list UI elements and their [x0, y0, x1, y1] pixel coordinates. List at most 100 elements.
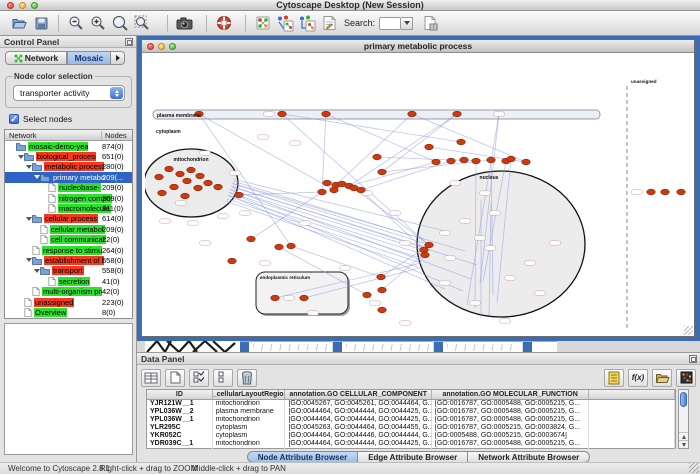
- help-button[interactable]: [213, 13, 235, 34]
- zoom-fit-button[interactable]: [131, 13, 153, 34]
- graph-node: [196, 173, 204, 179]
- float-panel-icon[interactable]: [125, 38, 133, 46]
- attribute-list-icon: [608, 371, 620, 385]
- tree-column-network[interactable]: Network: [9, 131, 37, 140]
- import-network-button[interactable]: [419, 13, 441, 34]
- network-canvas[interactable]: plasma membranecytoplasmmitochondrionnuc…: [142, 53, 694, 336]
- tab-network[interactable]: Network: [5, 51, 67, 65]
- snapshot-button[interactable]: [174, 13, 196, 34]
- tree-row[interactable]: cellular metabol209(0): [5, 224, 132, 234]
- app-resize-grip[interactable]: [689, 463, 699, 473]
- folder-icon: [32, 256, 42, 265]
- layout-button-1[interactable]: [274, 13, 296, 34]
- select-nodes-checkbox[interactable]: ✓: [9, 114, 19, 124]
- attribute-table: ID_cellularLayoutRegionannotation.GO CEL…: [146, 389, 676, 449]
- graph-node-label: [475, 236, 486, 240]
- column-header[interactable]: annotation.GO CELLULAR_COMPONENT: [285, 390, 431, 399]
- float-panel-icon[interactable]: [689, 355, 697, 363]
- tree-row[interactable]: cellular process614(0): [5, 214, 132, 224]
- annotation-icon: [322, 15, 337, 31]
- select-nodes-label: Select nodes: [23, 114, 72, 124]
- graph-node: [432, 159, 440, 165]
- mdi-desktop: primary metabolic process plasma membran…: [137, 36, 700, 352]
- graph-node: [214, 184, 222, 190]
- tree-row[interactable]: nitrogen compo209(0): [5, 193, 132, 203]
- tree-row[interactable]: multi-organism pro42(0): [5, 286, 132, 296]
- network-tree: Network Nodes mosaic-demo-yeast874(0)bio…: [4, 129, 133, 319]
- scrollbar-thumb[interactable]: [680, 392, 687, 407]
- zoom-selected-button[interactable]: [109, 13, 131, 34]
- control-panel-title: Control Panel: [0, 36, 136, 48]
- graph-node-label: [370, 301, 381, 305]
- window-resize-grip[interactable]: [684, 326, 693, 335]
- search-input[interactable]: [379, 17, 401, 30]
- new-attribute-button[interactable]: [165, 369, 185, 387]
- tree-row[interactable]: response to stimul264(0): [5, 245, 132, 255]
- tree-row[interactable]: nucleobase-209(0): [5, 183, 132, 193]
- background-window-fragment: [523, 341, 557, 352]
- data-panel: Data Panel f(x): [137, 352, 700, 462]
- tree-expand-icon[interactable]: [25, 165, 32, 169]
- search-dropdown-button[interactable]: [401, 17, 413, 30]
- graph-node: [522, 159, 530, 165]
- tree-row[interactable]: transport558(0): [5, 266, 132, 276]
- tree-row[interactable]: Overview8(0): [5, 307, 132, 317]
- column-header[interactable]: ID: [147, 390, 213, 399]
- scroll-down-button[interactable]: [679, 440, 688, 448]
- tab-mosaic[interactable]: Mosaic: [67, 51, 111, 65]
- tree-expand-icon[interactable]: [25, 217, 32, 221]
- graph-node: [165, 166, 173, 172]
- layout-button-2[interactable]: [296, 13, 318, 34]
- tree-row[interactable]: metabolic process280(0): [5, 162, 132, 172]
- tree-row[interactable]: biological_process651(0): [5, 151, 132, 161]
- tree-expand-icon[interactable]: [33, 269, 40, 273]
- select-attributes-button[interactable]: [189, 369, 209, 387]
- node-color-dropdown[interactable]: transporter activity: [13, 85, 125, 101]
- attribute-list-button[interactable]: [604, 369, 624, 387]
- network-graph[interactable]: plasma membranecytoplasmmitochondrionnuc…: [145, 53, 691, 336]
- tree-column-nodes[interactable]: Nodes: [101, 131, 127, 140]
- column-header[interactable]: _cellularLayoutRegion: [213, 390, 286, 399]
- tree-expand-icon[interactable]: [25, 258, 32, 262]
- tree-row[interactable]: primary metabo209(...: [5, 172, 132, 182]
- attribute-table-button[interactable]: [141, 369, 161, 387]
- tree-row[interactable]: macromolecule311(0): [5, 203, 132, 213]
- tab-overflow-button[interactable]: [111, 51, 125, 65]
- annotation-button[interactable]: [318, 13, 340, 34]
- table-row[interactable]: YPL036W__1mitochondrion[GO:0044464, GO:0…: [147, 416, 675, 424]
- table-scrollbar[interactable]: [678, 389, 689, 449]
- tree-expand-icon[interactable]: [33, 175, 40, 179]
- tree-row[interactable]: mosaic-demo-yeast874(0): [5, 141, 132, 151]
- table-cell: [589, 416, 675, 424]
- network-window-titlebar[interactable]: primary metabolic process: [142, 40, 694, 53]
- table-row[interactable]: YLR295Ccytoplasm[GO:0045263, GO:0044464,…: [147, 424, 675, 432]
- birdseye-view[interactable]: [4, 323, 133, 455]
- tree-row[interactable]: secretion41(0): [5, 276, 132, 286]
- open-file-button[interactable]: [8, 13, 30, 34]
- table-cell: [589, 440, 675, 448]
- scroll-up-button[interactable]: [679, 432, 688, 440]
- graph-node: [287, 243, 295, 249]
- save-session-button[interactable]: [30, 13, 52, 34]
- table-row[interactable]: YPL036W__2plasma membrane[GO:0044464, GO…: [147, 408, 675, 416]
- zoom-in-button[interactable]: [87, 13, 109, 34]
- function-builder-button[interactable]: f(x): [628, 369, 648, 387]
- column-header[interactable]: annotation.GO MOLECULAR_FUNCTION: [432, 390, 589, 399]
- tree-expand-icon[interactable]: [17, 155, 24, 159]
- vizmapper-button[interactable]: [252, 13, 274, 34]
- delete-attribute-button[interactable]: [237, 369, 257, 387]
- matrix-button[interactable]: [676, 369, 696, 387]
- tree-row[interactable]: cell communicat22(0): [5, 235, 132, 245]
- graph-edge: [412, 114, 526, 162]
- zoom-out-button[interactable]: [65, 13, 87, 34]
- import-attributes-button[interactable]: [652, 369, 672, 387]
- tree-item-node-count: 311(0): [102, 204, 123, 213]
- tree-row[interactable]: unassigned223(0): [5, 297, 132, 307]
- table-cell: [GO:0016787, GO:0005215, GO:0003824, G..…: [432, 424, 589, 432]
- search-label: Search:: [344, 18, 375, 28]
- unselect-attributes-button[interactable]: [213, 369, 233, 387]
- table-row[interactable]: YDR039C__1mitochondrion[GO:0044464, GO:0…: [147, 440, 675, 448]
- table-row[interactable]: YKR052Ccytoplasm[GO:0044464, GO:0044446,…: [147, 432, 675, 440]
- tree-row[interactable]: establishment of lo558(0): [5, 255, 132, 265]
- table-row[interactable]: YJR121W__1mitochondrion[GO:0045267, GO:0…: [147, 400, 675, 408]
